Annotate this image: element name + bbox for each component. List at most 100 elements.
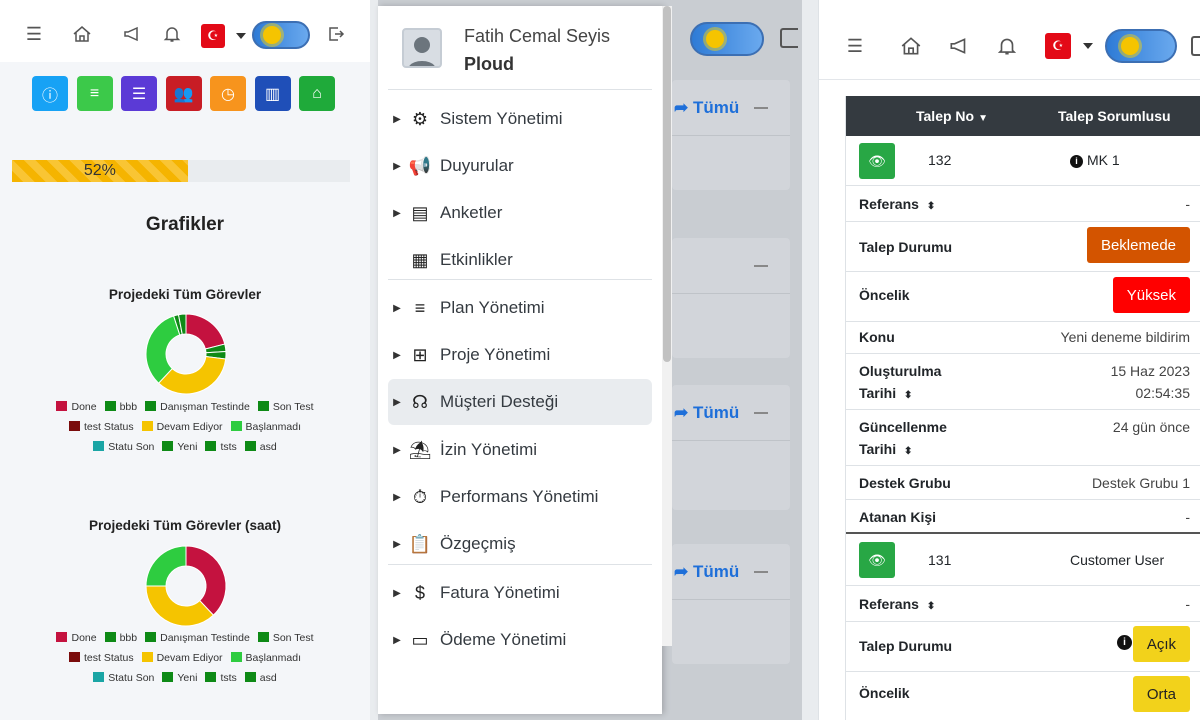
scrollbar[interactable] — [662, 6, 672, 646]
logout-icon[interactable] — [1191, 36, 1200, 56]
legend-item[interactable]: Son Test — [257, 628, 314, 648]
sidebar-item-9[interactable]: ▶ 📋 Özgeçmiş — [388, 521, 652, 567]
credit-card-icon: ▭ — [411, 629, 429, 650]
align-icon[interactable]: ≡ — [76, 76, 113, 111]
theme-toggle[interactable] — [690, 22, 764, 56]
hamburger-icon[interactable]: ☰ — [22, 22, 46, 46]
view-eye-icon[interactable]: 👁 — [859, 542, 895, 578]
scrollbar-thumb[interactable] — [663, 6, 671, 362]
task-list-icon[interactable]: ☰ — [121, 76, 157, 111]
priority-badge[interactable]: Orta — [1132, 676, 1190, 712]
sidebar-item-3[interactable]: ▦ Etkinlikler — [388, 237, 652, 283]
theme-toggle[interactable] — [252, 21, 310, 49]
legend-item[interactable]: Başlanmadı — [230, 648, 301, 668]
megaphone-icon[interactable] — [120, 22, 144, 46]
turkey-flag-icon[interactable]: ☪ — [1045, 33, 1071, 59]
home-icon[interactable] — [70, 22, 94, 46]
referans-label[interactable]: Referans ⬍ — [859, 193, 935, 218]
legend-item[interactable]: bbb — [104, 397, 137, 417]
sort-icon[interactable]: ⬍ — [904, 446, 912, 457]
collapse-icon[interactable] — [754, 571, 768, 573]
users-icon[interactable]: 👥 — [165, 76, 202, 111]
sidebar-item-2[interactable]: ▶ ▤ Anketler — [388, 190, 652, 236]
col-header-talep-sorumlusu[interactable]: Talep Sorumlusu — [1058, 108, 1171, 124]
bell-icon[interactable] — [160, 22, 184, 46]
logout-icon[interactable] — [324, 22, 348, 46]
hamburger-icon[interactable]: ☰ — [843, 34, 867, 58]
info-icon[interactable]: i — [1070, 155, 1083, 168]
sun-icon — [706, 30, 724, 48]
collapse-icon[interactable] — [754, 107, 768, 109]
guncellenme-label[interactable]: Güncellenme Tarihi ⬍ — [859, 416, 947, 463]
detail-row: Oluşturulma Tarihi ⬍ 15 Haz 2023 02:54:35 — [846, 354, 1200, 410]
legend-item[interactable]: asd — [244, 668, 277, 688]
status-badge[interactable]: Beklemede — [1086, 227, 1190, 263]
status-badge[interactable]: Açık — [1132, 626, 1190, 662]
sidebar-item-1[interactable]: ▶ 📢 Duyurular — [388, 143, 652, 189]
clock-icon[interactable]: ◷ — [210, 76, 246, 111]
legend-item[interactable]: tsts — [205, 437, 237, 457]
legend-item[interactable]: Danışman Testinde — [145, 628, 250, 648]
chevron-down-icon[interactable] — [1083, 43, 1093, 49]
sidebar-item-7[interactable]: ▶ ⛱ İzin Yönetimi — [388, 427, 652, 473]
legend-label: Başlanmadı — [245, 421, 301, 433]
legend-item[interactable]: Statu Son — [93, 437, 154, 457]
legend-item[interactable]: bbb — [104, 628, 137, 648]
sidebar-item-11[interactable]: ▶ ▭ Ödeme Yönetimi — [388, 617, 652, 663]
legend-item[interactable]: test Status — [68, 648, 134, 668]
legend-item[interactable]: Devam Ediyor — [141, 417, 223, 437]
chevron-down-icon[interactable] — [236, 33, 246, 39]
referans-value: - — [1185, 596, 1190, 612]
col-header-talep-no[interactable]: Talep No ▼ — [916, 108, 988, 124]
info-icon[interactable]: ⓘ — [32, 76, 68, 111]
legend-item[interactable]: Done — [56, 397, 97, 417]
legend-item[interactable]: Devam Ediyor — [141, 648, 223, 668]
legend-item[interactable]: tsts — [205, 668, 237, 688]
megaphone-icon[interactable] — [947, 34, 971, 58]
atanan-value: - — [1185, 509, 1190, 525]
olusturulma-label[interactable]: Oluşturulma Tarihi ⬍ — [859, 360, 941, 407]
sidebar-item-8[interactable]: ▶ ⏱ Performans Yönetimi — [388, 474, 652, 520]
view-all-link[interactable]: ➦ Tümü — [674, 562, 739, 582]
collapse-icon[interactable] — [754, 412, 768, 414]
sidebar-item-0[interactable]: ▶ ⚙ Sistem Yönetimi — [388, 96, 652, 142]
legend-item[interactable]: Done — [56, 628, 97, 648]
turkey-flag-icon[interactable]: ☪ — [201, 24, 225, 48]
view-eye-icon[interactable]: 👁 — [859, 143, 895, 179]
legend-item[interactable]: Başlanmadı — [230, 417, 301, 437]
legend-item[interactable]: Statu Son — [93, 668, 154, 688]
legend-label: Son Test — [272, 632, 314, 644]
section-title: Grafikler — [145, 214, 225, 235]
sort-desc-icon[interactable]: ▼ — [978, 113, 988, 124]
referans-label[interactable]: Referans ⬍ — [859, 593, 935, 618]
avatar[interactable] — [402, 28, 442, 68]
theme-toggle[interactable] — [1105, 29, 1177, 63]
legend-item[interactable]: Son Test — [257, 397, 314, 417]
bell-icon[interactable] — [995, 34, 1019, 58]
legend-item[interactable]: Danışman Testinde — [145, 397, 250, 417]
donut-slice-devam-ediyor[interactable] — [145, 585, 215, 627]
legend-item[interactable]: Yeni — [162, 668, 197, 688]
view-all-link[interactable]: ➦ Tümü — [674, 403, 739, 423]
sort-icon[interactable]: ⬍ — [904, 390, 912, 401]
kanban-icon[interactable]: ▥ — [254, 76, 291, 111]
priority-badge[interactable]: Yüksek — [1112, 277, 1190, 313]
sidebar-item-4[interactable]: ▶ ≡ Plan Yönetimi — [388, 285, 652, 331]
donut-slice-başlanmadı[interactable] — [145, 545, 187, 587]
sidebar-item-5[interactable]: ▶ ⊞ Proje Yönetimi — [388, 332, 652, 378]
home-icon[interactable]: ⌂ — [299, 76, 335, 111]
sort-icon[interactable]: ⬍ — [927, 601, 935, 612]
collapse-icon[interactable] — [754, 265, 768, 267]
legend-item[interactable]: Yeni — [162, 437, 197, 457]
home-icon[interactable] — [899, 34, 923, 58]
legend-item[interactable]: asd — [244, 437, 277, 457]
logout-icon[interactable] — [780, 28, 798, 48]
sidebar-item-10[interactable]: ▶ $ Fatura Yönetimi — [388, 570, 652, 616]
legend-label: Başlanmadı — [245, 652, 301, 664]
sort-icon[interactable]: ⬍ — [927, 201, 935, 212]
donut-slice-done[interactable] — [185, 313, 226, 350]
view-all-link[interactable]: ➦ Tümü — [674, 98, 739, 118]
donut-slice-devam-ediyor[interactable] — [157, 355, 227, 395]
legend-item[interactable]: test Status — [68, 417, 134, 437]
sidebar-item-6[interactable]: ▶ ☊ Müşteri Desteği — [388, 379, 652, 425]
